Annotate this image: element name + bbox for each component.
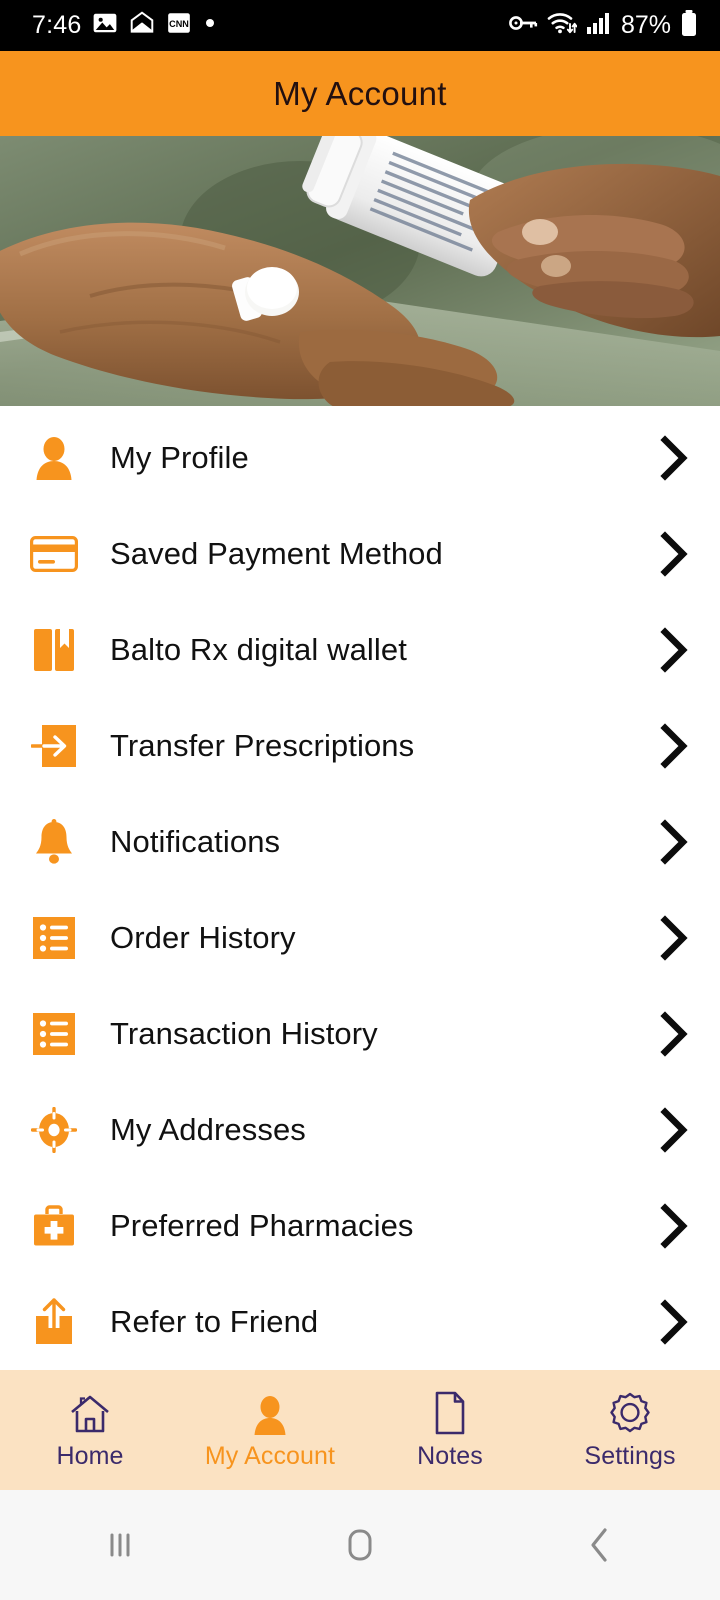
- menu-item-my-profile[interactable]: My Profile: [0, 410, 720, 506]
- chevron-right-icon[interactable]: [654, 1299, 694, 1345]
- menu-item-label: My Addresses: [110, 1112, 306, 1147]
- menu-item-label: Notifications: [110, 824, 281, 859]
- chevron-right-icon[interactable]: [654, 819, 694, 865]
- tab-home[interactable]: Home: [0, 1389, 180, 1471]
- svg-text:CNN: CNN: [170, 19, 190, 29]
- android-navigation-bar: [0, 1490, 720, 1600]
- home-square-icon[interactable]: [240, 1523, 480, 1567]
- menu-item-label: Refer to Friend: [110, 1304, 319, 1339]
- home-icon: [68, 1389, 112, 1435]
- battery-percent-label: 87%: [620, 11, 671, 39]
- dot-icon: [203, 16, 217, 35]
- menu-item-transaction-history[interactable]: Transaction History: [0, 986, 720, 1082]
- wifi-icon: [547, 10, 578, 41]
- menu-item-label: Balto Rx digital wallet: [110, 632, 407, 667]
- chevron-right-icon[interactable]: [654, 531, 694, 577]
- menu-item-balto-rx-digital-wallet[interactable]: Balto Rx digital wallet: [0, 602, 720, 698]
- arrow-in-box-icon: [28, 720, 80, 772]
- chevron-right-icon[interactable]: [654, 915, 694, 961]
- chevron-right-icon[interactable]: [654, 1107, 694, 1153]
- status-bar: 7:46 CNN 87%: [0, 0, 720, 51]
- status-bar-left: 7:46 CNN: [32, 10, 217, 41]
- chevron-right-icon[interactable]: [654, 723, 694, 769]
- menu-item-label: Transfer Prescriptions: [110, 728, 415, 763]
- chevron-right-icon[interactable]: [654, 1203, 694, 1249]
- share-upload-icon: [28, 1296, 80, 1348]
- back-icon[interactable]: [480, 1524, 720, 1566]
- tab-notes[interactable]: Notes: [360, 1389, 540, 1471]
- menu-item-label: Preferred Pharmacies: [110, 1208, 414, 1243]
- hero-image: [0, 136, 720, 406]
- tab-settings[interactable]: Settings: [540, 1389, 720, 1471]
- menu-item-refer-to-friend[interactable]: Refer to Friend: [0, 1274, 720, 1359]
- status-time: 7:46: [32, 11, 82, 39]
- status-bar-right: 87%: [508, 9, 698, 42]
- list-icon: [28, 912, 80, 964]
- menu-item-notifications[interactable]: Notifications: [0, 794, 720, 890]
- menu-item-label: Saved Payment Method: [110, 536, 443, 571]
- menu-item-preferred-pharmacies[interactable]: Preferred Pharmacies: [0, 1178, 720, 1274]
- wallet-book-icon: [28, 624, 80, 676]
- person-icon: [28, 432, 80, 484]
- menu-item-transfer-prescriptions[interactable]: Transfer Prescriptions: [0, 698, 720, 794]
- image-icon: [92, 10, 118, 41]
- menu-item-label: Order History: [110, 920, 296, 955]
- medical-kit-icon: [28, 1200, 80, 1252]
- tab-label: Settings: [584, 1442, 676, 1470]
- credit-card-icon: [28, 528, 80, 580]
- tab-label: Notes: [417, 1442, 483, 1470]
- tab-label: Home: [56, 1442, 124, 1470]
- list-icon: [28, 1008, 80, 1060]
- chevron-right-icon[interactable]: [654, 435, 694, 481]
- bottom-tab-bar: Home My Account Notes Settings: [0, 1370, 720, 1490]
- person-icon: [252, 1389, 288, 1435]
- menu-item-label: Transaction History: [110, 1016, 378, 1051]
- tab-my-account[interactable]: My Account: [180, 1389, 360, 1471]
- recents-icon[interactable]: [0, 1525, 240, 1565]
- page-title: My Account: [273, 74, 447, 112]
- menu-item-label: My Profile: [110, 440, 249, 475]
- bell-icon: [28, 816, 80, 868]
- hero-illustration: [0, 136, 720, 406]
- tab-label: My Account: [204, 1442, 336, 1470]
- envelope-icon: [129, 10, 155, 41]
- cnn-icon: CNN: [166, 10, 192, 41]
- location-target-icon: [28, 1104, 80, 1156]
- menu-item-order-history[interactable]: Order History: [0, 890, 720, 986]
- chevron-right-icon[interactable]: [654, 627, 694, 673]
- menu-item-saved-payment-method[interactable]: Saved Payment Method: [0, 506, 720, 602]
- account-menu-list: My Profile Saved Payment Method Balto Rx…: [0, 406, 720, 1359]
- app-header: My Account: [0, 51, 720, 136]
- vpn-key-icon: [508, 11, 538, 40]
- document-icon: [433, 1389, 467, 1435]
- battery-icon: [680, 9, 698, 42]
- cellular-signal-icon: [586, 11, 612, 40]
- gear-icon: [608, 1389, 652, 1435]
- menu-item-my-addresses[interactable]: My Addresses: [0, 1082, 720, 1178]
- chevron-right-icon[interactable]: [654, 1011, 694, 1057]
